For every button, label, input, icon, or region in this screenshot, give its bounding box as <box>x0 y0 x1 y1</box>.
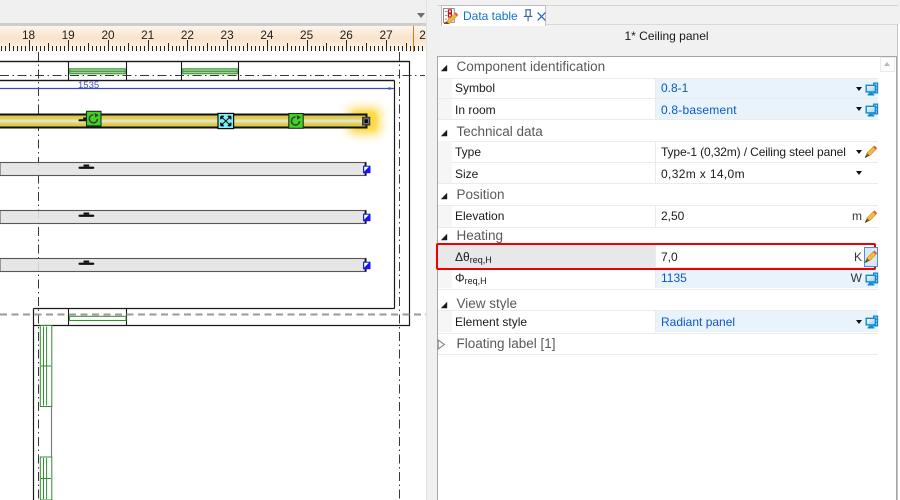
svg-text:1535: 1535 <box>78 80 99 91</box>
